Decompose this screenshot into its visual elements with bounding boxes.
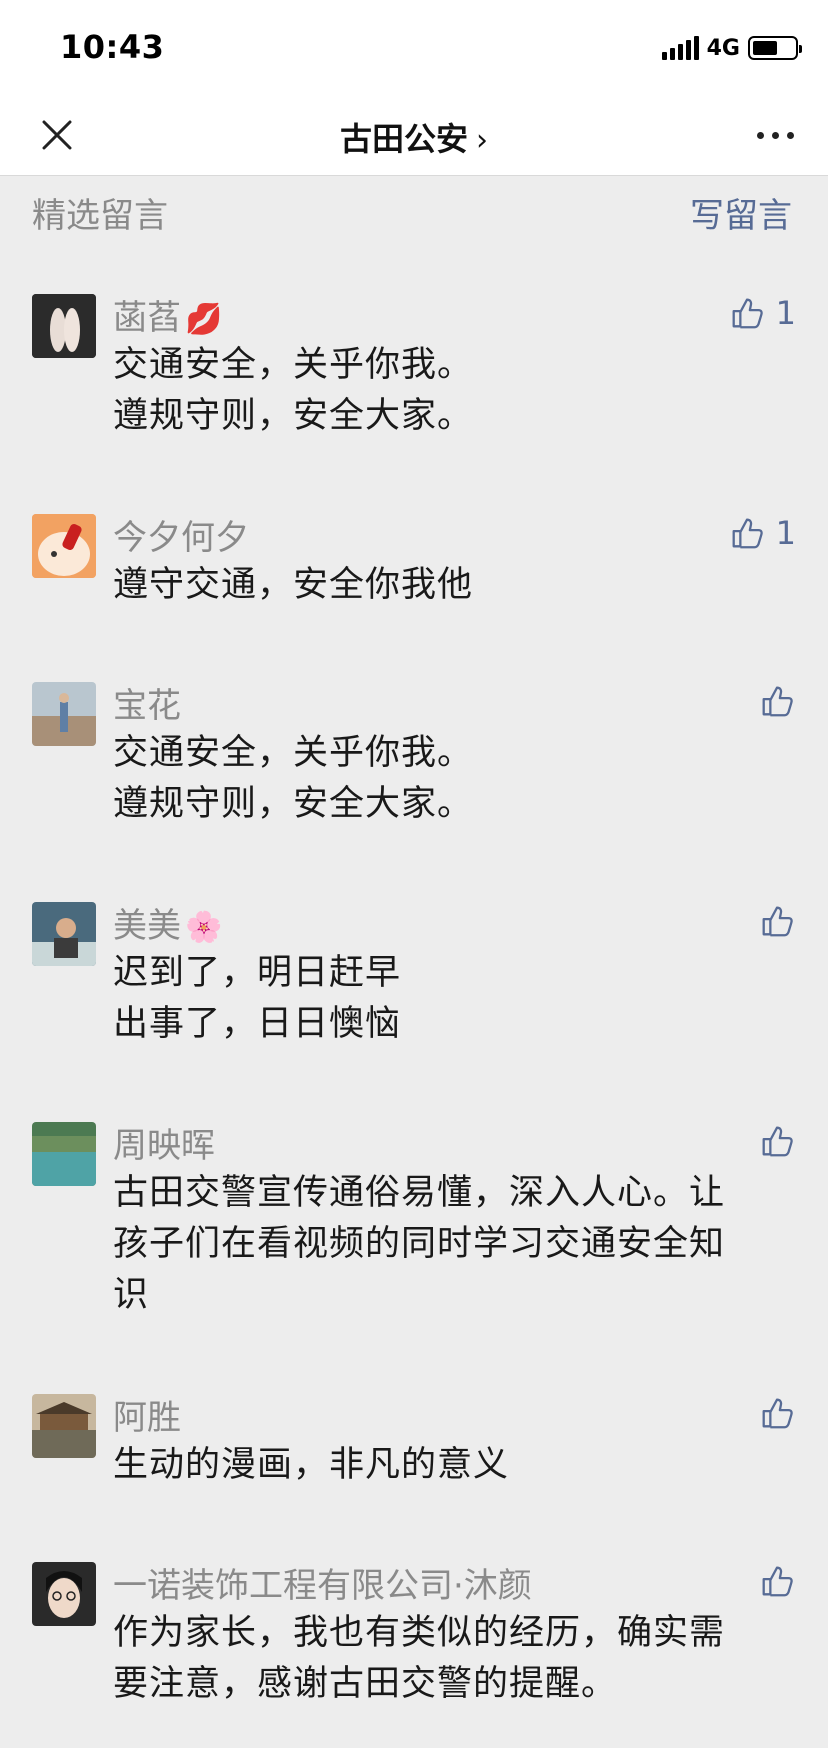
comment-text: 作为家长，我也有类似的经历，确实需 要注意，感谢古田交警的提醒。	[113, 1613, 726, 1704]
like-button[interactable]: 1	[728, 514, 796, 552]
comment-nickname[interactable]: 一诺装饰工程有限公司·沐颜	[113, 1558, 532, 1607]
thumbs-up-icon	[762, 686, 793, 717]
more-dot-icon	[772, 132, 779, 139]
like-button[interactable]	[758, 1394, 796, 1432]
page-title: 古田公安	[339, 120, 468, 158]
comment-text: 交通安全，关乎你我。 遵规守则，安全大家。	[113, 345, 474, 436]
avatar[interactable]	[32, 1562, 96, 1626]
comment-text: 迟到了，明日赶早 出事了，日日懊恼	[113, 953, 402, 1044]
avatar[interactable]	[32, 682, 96, 746]
nav-bar: 古田公安 ›	[0, 96, 828, 176]
comment-nickname[interactable]: 美美 🌸	[113, 898, 222, 947]
thumbs-up-icon	[762, 906, 793, 937]
more-dot-icon	[787, 132, 794, 139]
avatar-image	[32, 1122, 96, 1186]
comment-nickname[interactable]: 今夕何夕	[113, 510, 249, 559]
avatar[interactable]	[32, 1122, 96, 1186]
comment-nickname[interactable]: 宝花	[113, 678, 181, 727]
avatar-image	[32, 902, 96, 966]
section-header: 精选留言 写留言	[0, 176, 828, 246]
comment-nickname[interactable]: 菡萏 💋	[113, 290, 222, 339]
status-bar: 10:43 4G	[0, 0, 828, 96]
avatar-image	[32, 682, 96, 746]
like-button[interactable]	[758, 1122, 796, 1160]
comment-text: 古田交警宣传通俗易懂，深入人心。让 孩子们在看视频的同时学习交通安全知 识	[113, 1173, 726, 1315]
comment-text: 遵守交通，安全你我他	[113, 565, 474, 605]
status-indicators: 4G	[661, 34, 802, 62]
more-dot-icon	[757, 132, 764, 139]
avatar[interactable]	[32, 1394, 96, 1458]
battery-icon	[748, 36, 802, 60]
cherry-blossom-emoji-icon: 🌸	[185, 910, 223, 945]
thumbs-up-icon	[762, 1566, 793, 1597]
like-button[interactable]	[758, 682, 796, 720]
featured-comments-title: 精选留言	[32, 196, 168, 236]
account-title[interactable]: 古田公安 ›	[0, 114, 828, 160]
signal-icon	[661, 36, 699, 60]
like-button[interactable]: 1	[728, 294, 796, 332]
comment-nickname[interactable]: 周映晖	[113, 1118, 215, 1167]
like-button[interactable]	[758, 1562, 796, 1600]
battery-level	[753, 41, 777, 55]
like-count: 1	[775, 294, 796, 332]
network-label: 4G	[706, 35, 740, 61]
avatar-image	[32, 294, 96, 358]
thumbs-up-icon	[732, 298, 763, 329]
avatar[interactable]	[32, 294, 96, 358]
avatar-image	[32, 514, 96, 578]
lips-emoji-icon: 💋	[185, 302, 223, 337]
more-menu-button[interactable]	[757, 132, 794, 139]
comment-text: 交通安全，关乎你我。 遵规守则，安全大家。	[113, 733, 474, 824]
thumbs-up-icon	[762, 1126, 793, 1157]
avatar-image	[32, 1562, 96, 1626]
comment-nickname[interactable]: 阿胜	[113, 1390, 181, 1439]
thumbs-up-icon	[732, 518, 763, 549]
avatar-image	[32, 1394, 96, 1458]
like-button[interactable]	[758, 902, 796, 940]
avatar[interactable]	[32, 514, 96, 578]
chevron-right-icon: ›	[476, 123, 488, 158]
avatar[interactable]	[32, 902, 96, 966]
status-time: 10:43	[60, 28, 165, 66]
write-comment-button[interactable]: 写留言	[690, 188, 792, 237]
like-count: 1	[775, 514, 796, 552]
thumbs-up-icon	[762, 1398, 793, 1429]
comment-text: 生动的漫画，非凡的意义	[113, 1445, 510, 1485]
